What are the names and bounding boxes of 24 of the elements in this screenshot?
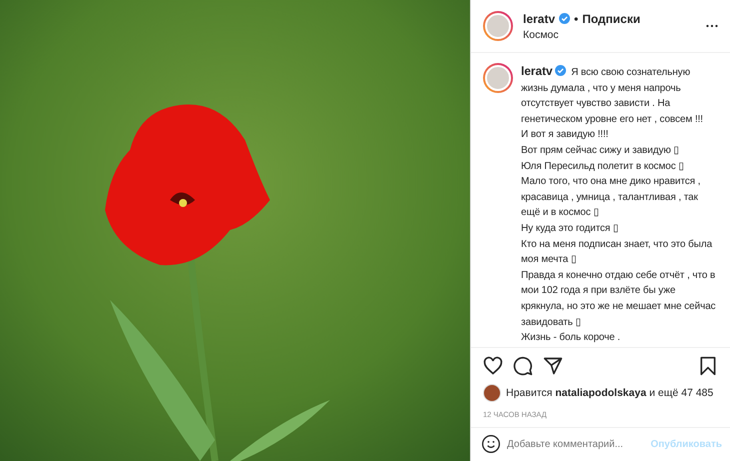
caption-line: Ну куда это годится ▯ xyxy=(521,222,620,236)
caption-line: Правда я конечно отдаю себе отчёт , что в мои 102 года я при взлёте бы уже крякнула, но это же не мешает мне сейчас завидовать ▯ xyxy=(521,268,717,330)
likes-text: Нравится nataliapodolskaya и ещё 47 485 xyxy=(506,387,714,399)
bookmark-icon[interactable] xyxy=(698,356,718,376)
caption-line: И вот я завидую !!!! xyxy=(521,128,610,142)
location-link[interactable]: Космос xyxy=(523,28,696,40)
more-options-icon[interactable] xyxy=(706,24,718,28)
heart-icon[interactable] xyxy=(483,356,503,376)
comment-icon[interactable] xyxy=(513,356,533,376)
avatar-icon xyxy=(483,384,501,402)
separator-dot: • xyxy=(574,12,578,26)
caption-line: Жизнь - боль короче . xyxy=(521,331,622,346)
follow-link[interactable]: Подписки xyxy=(582,12,640,26)
caption-line: Кто на меня подписан знает, что это была моя мечта ▯ xyxy=(521,238,714,268)
avatar-icon[interactable] xyxy=(483,63,513,93)
avatar-icon[interactable] xyxy=(483,11,513,41)
share-icon[interactable] xyxy=(543,356,563,376)
username-link[interactable]: leratv xyxy=(521,64,552,78)
smiley-icon[interactable] xyxy=(481,434,501,454)
caption-line: Вот прям сейчас сижу и завидую ▯ xyxy=(521,144,680,158)
username-link[interactable]: leratv xyxy=(523,12,556,26)
caption-line: Мало того, что она мне дико нравится , красавица , умница , талантливая , так ещё и в космос ▯ xyxy=(521,175,702,220)
caption-line: Юля Пересильд полетит в космос ▯ xyxy=(521,160,686,174)
caption-text: leratv Я всю свою сознательную жизнь думала , что у меня напрочь отсутствует чувство зависти . На генетическом уровне его нет , совсем !!! xyxy=(521,64,704,127)
